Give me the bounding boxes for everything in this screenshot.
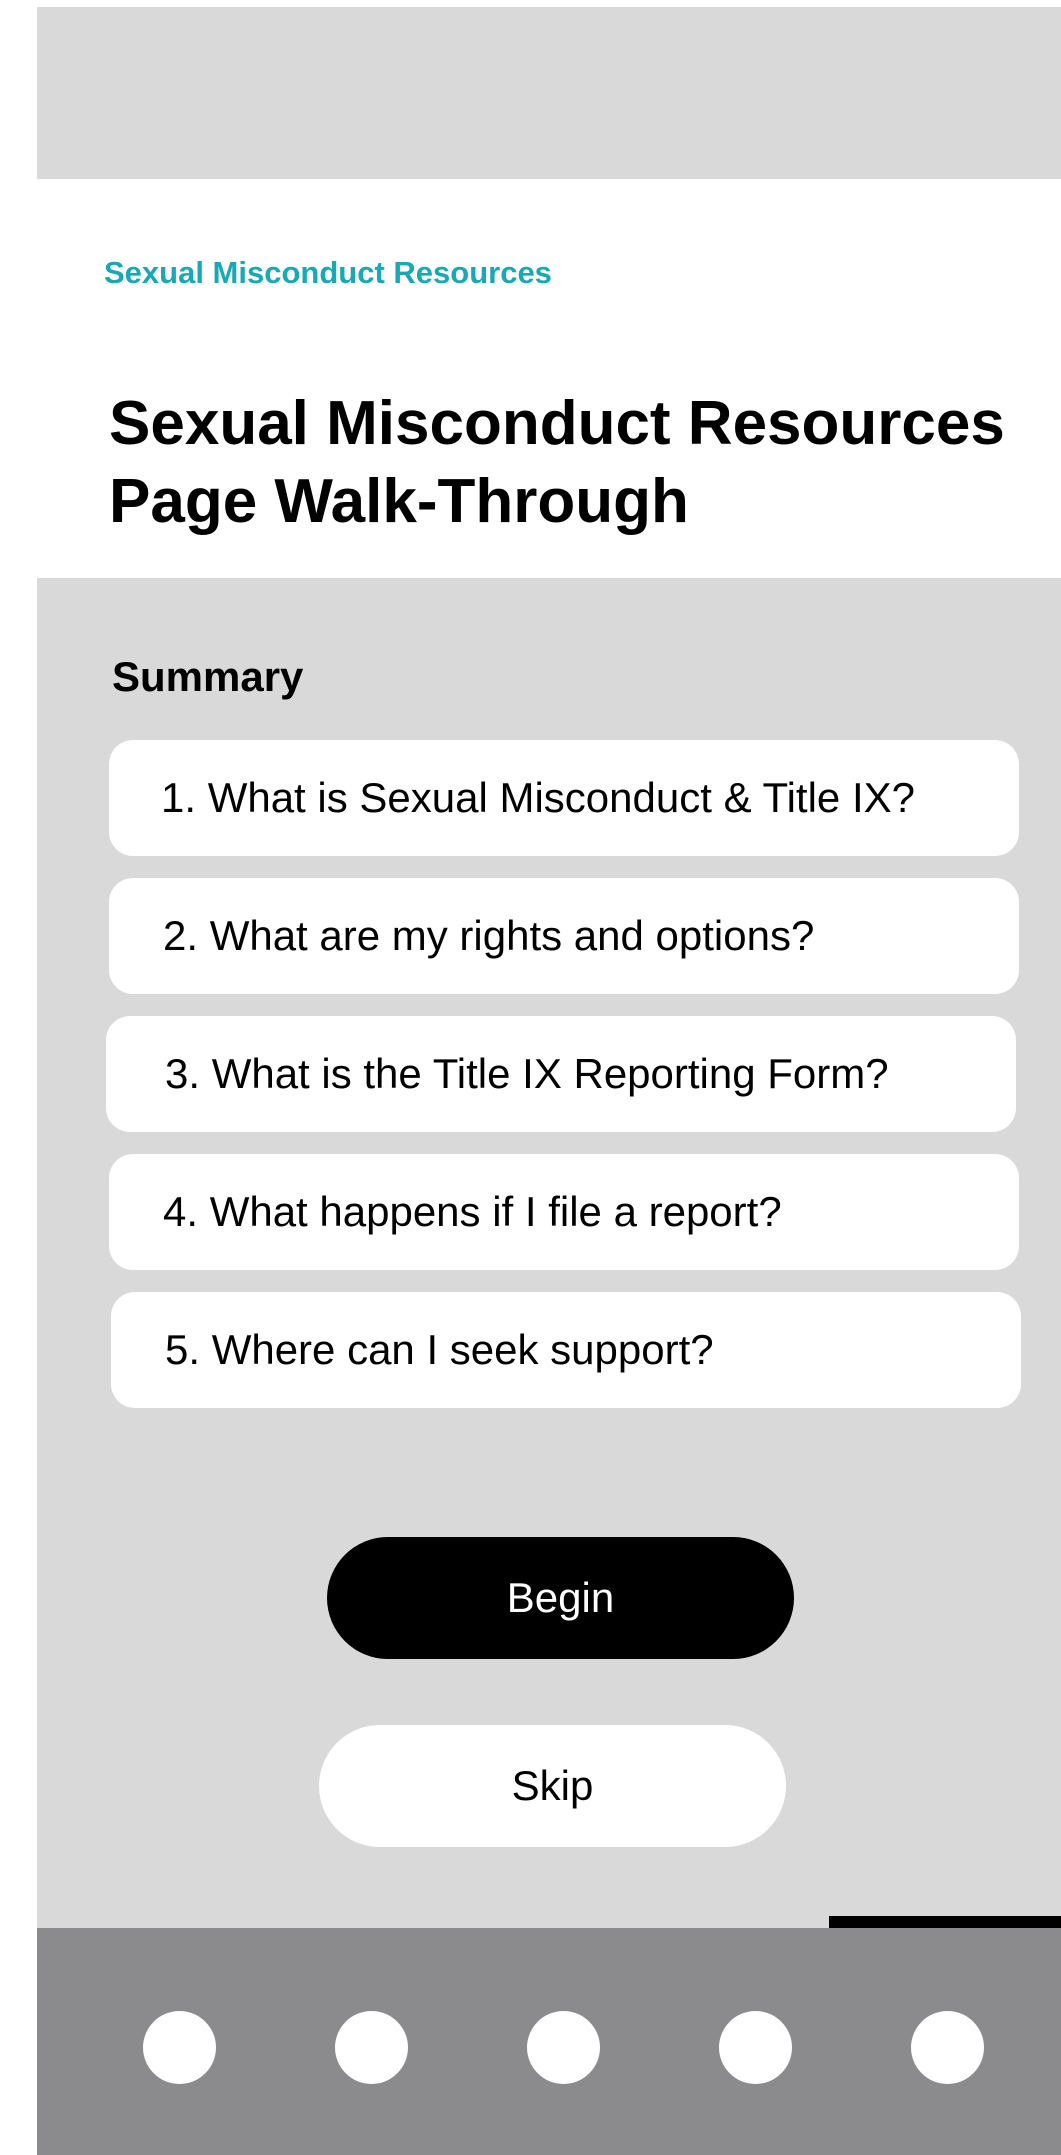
page-title-line-1: Sexual Misconduct Resources (109, 389, 1005, 458)
top-image-placeholder (37, 7, 1061, 179)
begin-button-label: Begin (506, 1574, 615, 1621)
summary-item-1[interactable]: 1. What is Sexual Misconduct & Title IX? (109, 740, 1019, 856)
page-title: Sexual Misconduct Resources Page Walk-Th… (109, 385, 1061, 541)
breadcrumb[interactable]: Sexual Misconduct Resources (104, 255, 552, 291)
summary-item-label: 4. What happens if I file a report? (163, 1188, 782, 1235)
summary-item-5[interactable]: 5. Where can I seek support? (111, 1292, 1021, 1408)
nav-dot-2[interactable] (335, 2011, 408, 2084)
nav-dot-5[interactable] (911, 2011, 984, 2084)
summary-panel: Summary 1. What is Sexual Misconduct & T… (37, 578, 1061, 1928)
summary-item-label: 2. What are my rights and options? (163, 912, 815, 959)
nav-dot-3[interactable] (527, 2011, 600, 2084)
summary-item-label: 5. Where can I seek support? (165, 1326, 714, 1373)
summary-item-label: 3. What is the Title IX Reporting Form? (165, 1050, 889, 1097)
summary-item-2[interactable]: 2. What are my rights and options? (109, 878, 1019, 994)
begin-button[interactable]: Begin (327, 1537, 794, 1659)
skip-button-label: Skip (511, 1762, 594, 1809)
page-title-line-2: Page Walk-Through (109, 467, 689, 536)
summary-item-3[interactable]: 3. What is the Title IX Reporting Form? (106, 1016, 1016, 1132)
screen: Sexual Misconduct Resources Sexual Misco… (37, 7, 1061, 2155)
skip-button[interactable]: Skip (319, 1725, 786, 1847)
bottom-nav (37, 1928, 1061, 2155)
nav-dot-1[interactable] (143, 2011, 216, 2084)
summary-item-label: 1. What is Sexual Misconduct & Title IX? (161, 774, 915, 821)
nav-dot-4[interactable] (719, 2011, 792, 2084)
summary-heading: Summary (112, 653, 304, 700)
summary-item-4[interactable]: 4. What happens if I file a report? (109, 1154, 1019, 1270)
